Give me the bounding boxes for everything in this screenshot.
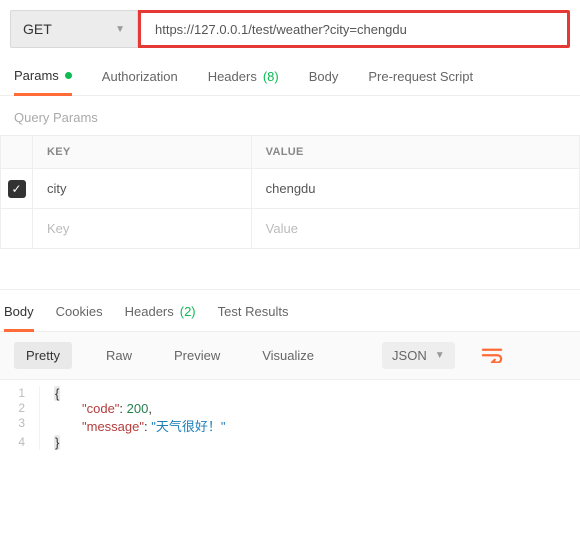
tab-params-label: Params: [14, 68, 59, 83]
params-header-key: KEY: [33, 136, 252, 169]
param-checkbox-cell[interactable]: [1, 209, 33, 249]
code-line: 4 }: [0, 435, 580, 450]
view-visualize-button[interactable]: Visualize: [254, 342, 322, 369]
param-checkbox-cell[interactable]: ✓: [1, 169, 33, 209]
resp-tab-headers-label: Headers: [125, 304, 174, 321]
json-number: 200: [127, 401, 149, 416]
url-input-container: [138, 10, 570, 48]
checkbox-checked-icon: ✓: [8, 180, 26, 198]
view-preview-button[interactable]: Preview: [166, 342, 228, 369]
params-header-checkbox: [1, 136, 33, 169]
chevron-down-icon: ▼: [115, 24, 125, 35]
tab-prerequest[interactable]: Pre-request Script: [368, 68, 473, 95]
brace-open: {: [54, 386, 60, 401]
resp-tab-cookies[interactable]: Cookies: [56, 304, 103, 331]
code-line: 1 {: [0, 386, 580, 401]
line-number: 3: [0, 416, 40, 435]
response-tabs: Body Cookies Headers (2) Test Results: [0, 289, 580, 332]
json-key: "message": [82, 419, 144, 434]
resp-tab-tests[interactable]: Test Results: [218, 304, 289, 331]
json-string: "天气很好！": [151, 419, 225, 434]
chevron-down-icon: ▼: [435, 350, 445, 361]
response-view-bar: Pretty Raw Preview Visualize JSON ▼: [0, 332, 580, 380]
resp-tab-body[interactable]: Body: [4, 304, 34, 332]
status-dot-icon: [65, 72, 72, 79]
params-header-value: VALUE: [251, 136, 579, 169]
param-value-cell[interactable]: chengdu: [251, 169, 579, 209]
tab-headers-count: (8): [263, 69, 279, 84]
tab-headers-label: Headers: [208, 69, 257, 84]
table-row[interactable]: Key Value: [1, 209, 580, 249]
tab-headers[interactable]: Headers (8): [208, 68, 279, 95]
params-table: KEY VALUE ✓ city chengdu Key Value: [0, 135, 580, 249]
view-pretty-button[interactable]: Pretty: [14, 342, 72, 369]
line-number: 1: [0, 386, 40, 401]
tab-body[interactable]: Body: [309, 68, 339, 95]
line-number: 2: [0, 401, 40, 416]
json-key: "code": [82, 401, 119, 416]
resp-tab-headers-count: (2): [180, 304, 196, 321]
http-method-label: GET: [23, 21, 52, 37]
tab-authorization[interactable]: Authorization: [102, 68, 178, 95]
view-raw-button[interactable]: Raw: [98, 342, 140, 369]
brace-close: }: [54, 435, 60, 450]
param-key-cell[interactable]: city: [33, 169, 252, 209]
param-key-placeholder[interactable]: Key: [33, 209, 252, 249]
query-params-heading: Query Params: [0, 96, 580, 135]
url-input[interactable]: [155, 22, 553, 37]
response-body: 1 { 2 "code": 200, 3 "message": "天气很好！" …: [0, 380, 580, 470]
wrap-lines-icon[interactable]: [481, 347, 503, 365]
resp-tab-headers[interactable]: Headers (2): [125, 304, 196, 331]
code-line: 3 "message": "天气很好！": [0, 416, 580, 435]
request-tabs: Params Authorization Headers (8) Body Pr…: [0, 54, 580, 96]
line-number: 4: [0, 435, 40, 450]
http-method-dropdown[interactable]: GET ▼: [10, 10, 138, 48]
format-label: JSON: [392, 348, 427, 363]
code-line: 2 "code": 200,: [0, 401, 580, 416]
param-value-placeholder[interactable]: Value: [251, 209, 579, 249]
tab-params[interactable]: Params: [14, 68, 72, 96]
table-row[interactable]: ✓ city chengdu: [1, 169, 580, 209]
format-dropdown[interactable]: JSON ▼: [382, 342, 455, 369]
